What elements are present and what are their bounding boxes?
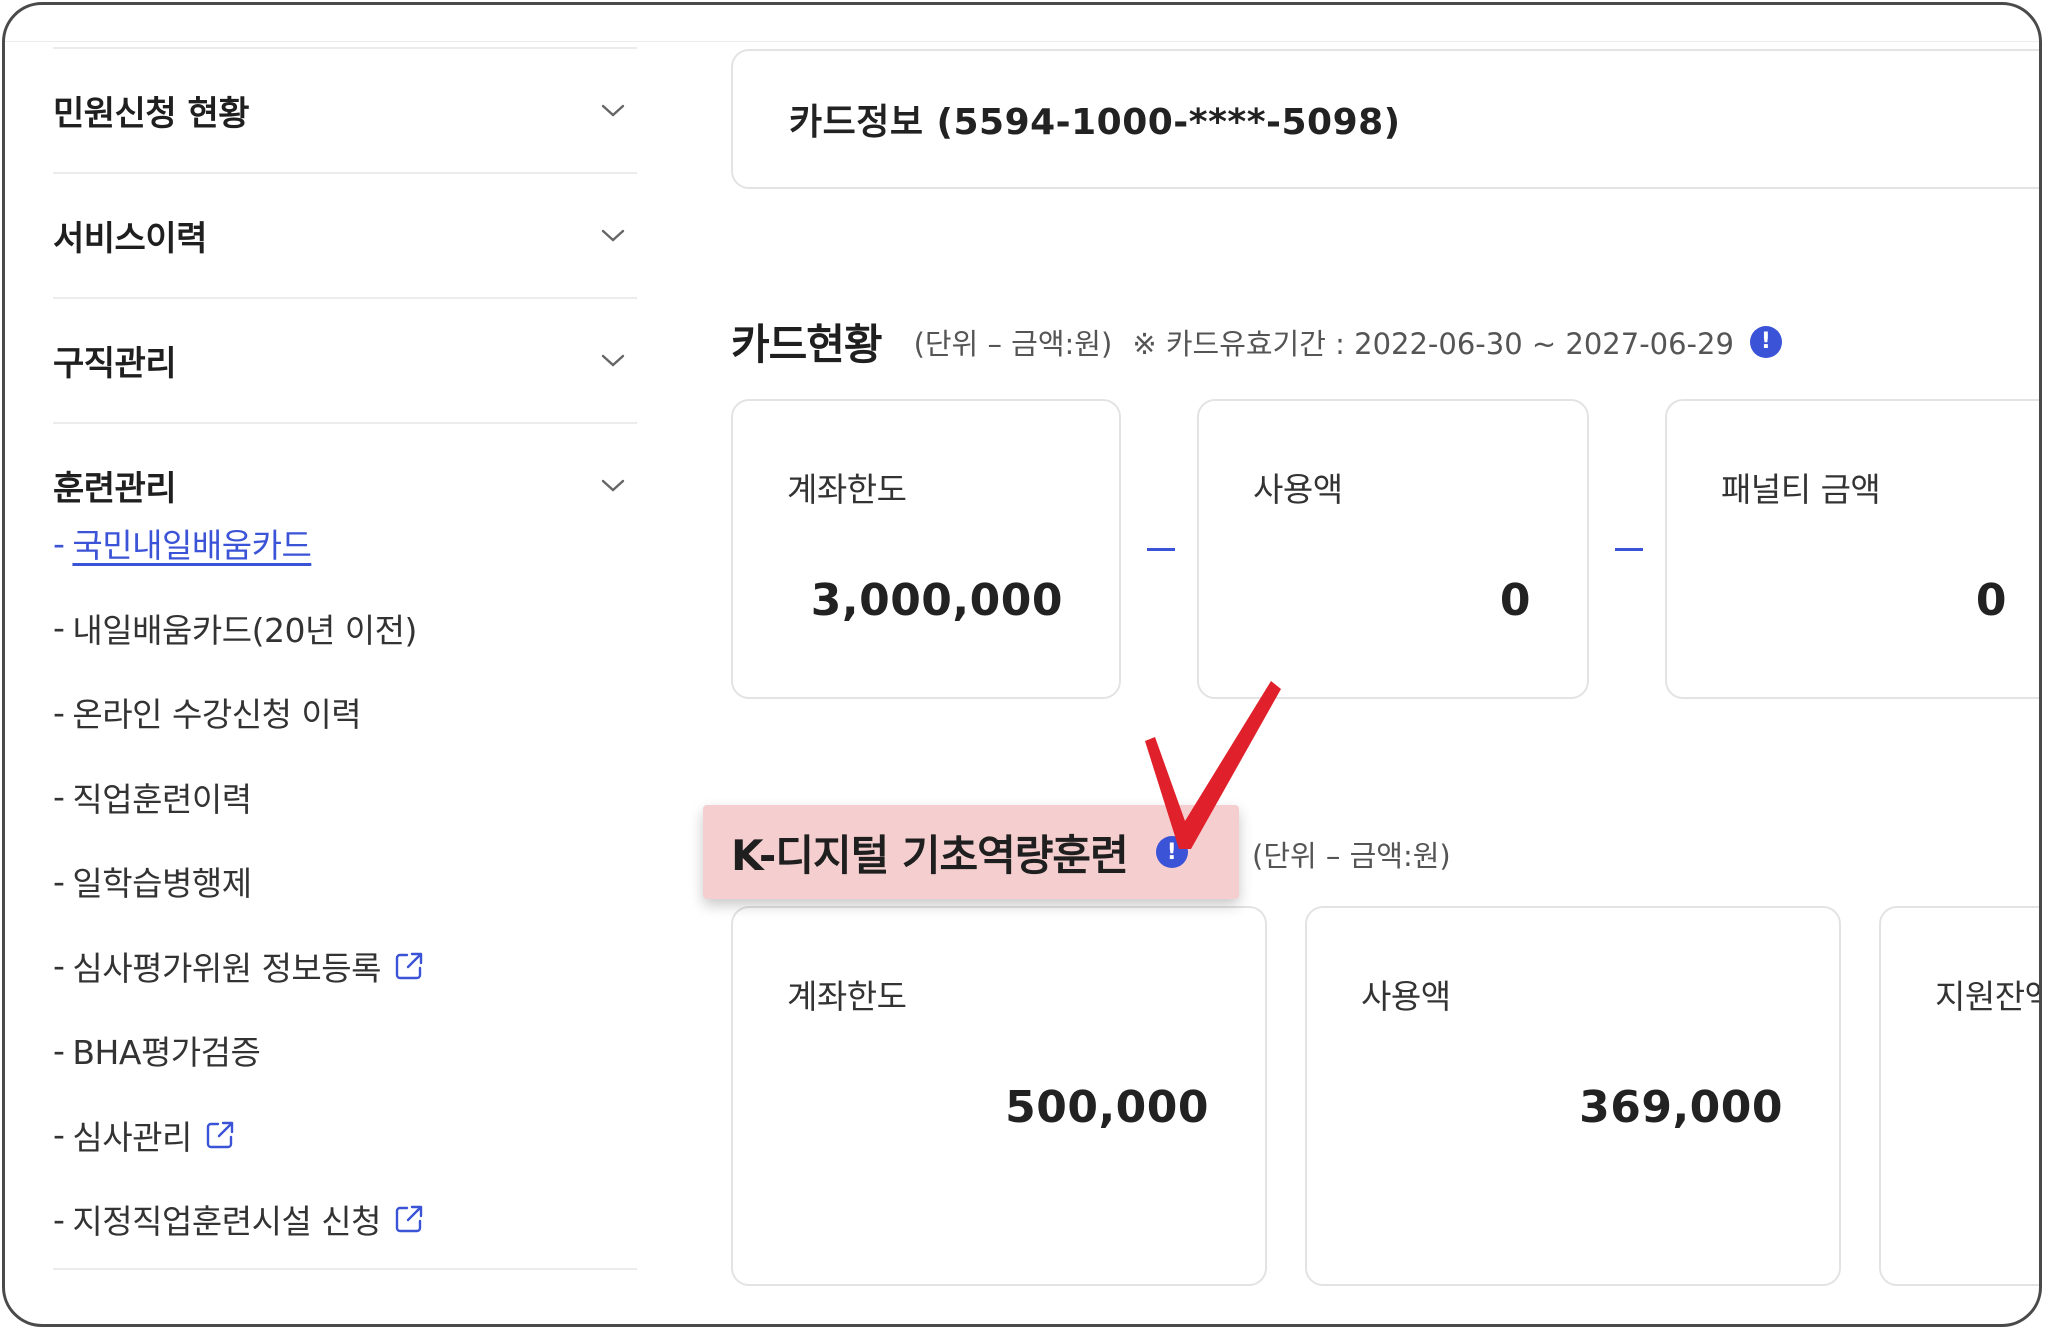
sidebar-item-label: 심사관리 [72,1117,192,1157]
card-penalty-value: 0 [1975,575,2007,626]
minus-icon [1615,548,1643,551]
minus-icon [1147,548,1175,551]
card-status-header: 카드현황 (단위 – 금액:원) ※ 카드유효기간 : 2022-06-30 ~… [731,311,1782,372]
card-penalty-label: 패널티 금액 [1721,470,1881,509]
sidebar-item-label: 국민내일배움카드 [72,526,312,566]
k-digital-limit-box: 계좌한도 500,000 [731,906,1267,1286]
sidebar-item-link[interactable]: - 국민내일배움카드 [53,519,312,567]
card-limit-box: 계좌한도 3,000,000 [731,399,1121,699]
card-validity-period: ※ 카드유효기간 : 2022-06-30 ~ 2027-06-29 [1132,326,1734,361]
card-penalty-box: 패널티 금액 0 [1665,399,2039,699]
checkmark-annotation-icon [1145,681,1281,849]
k-digital-limit-label: 계좌한도 [787,977,907,1016]
sidebar-section-label: 훈련관리 [53,469,177,509]
section-title: 카드현황 [731,320,883,369]
card-used-label: 사용액 [1253,470,1343,509]
dash: - [53,692,65,732]
screen-frame: 민원신청 현황 서비스이력 구직관리 훈련관리 - 국민내일배움카드 - 내일배… [2,2,2042,1327]
external-link-icon [204,1119,236,1151]
sidebar-section-training: 훈련관리 - 국민내일배움카드 - 내일배움카드(20년 이전) - 온라인 수강신청… [53,422,637,1270]
sidebar-item-national-card[interactable]: - 국민내일배움카드 [53,501,637,586]
dash: - [53,1199,65,1239]
sidebar-section-service-history[interactable]: 서비스이력 [53,172,637,297]
sidebar-item-label: BHA평가검증 [72,1033,261,1073]
sidebar-item-link[interactable]: - 심사관리 [53,1111,236,1159]
dash: - [53,946,65,986]
sidebar-bottom-divider [53,1267,637,1270]
dash: - [53,608,65,648]
sidebar-item-label: 직업훈련이력 [72,779,252,819]
sidebar-section-job-search[interactable]: 구직관리 [53,297,637,422]
sidebar-item-link[interactable]: - 온라인 수강신청 이력 [53,688,362,736]
k-digital-remaining-box: 지원잔액 [1879,906,2039,1286]
card-limit-value: 3,000,000 [810,575,1063,626]
unit-label: (단위 – 금액:원) [913,326,1113,361]
sidebar-item-legacy-card[interactable]: - 내일배움카드(20년 이전) [53,586,637,671]
chevron-down-icon [593,91,633,131]
sidebar-section-label: 민원신청 현황 [53,94,250,134]
dash: - [53,1030,65,1070]
sidebar-item-bha-verification[interactable]: - BHA평가검증 [53,1008,637,1093]
sidebar: 민원신청 현황 서비스이력 구직관리 훈련관리 - 국민내일배움카드 - 내일배… [53,47,637,1270]
sidebar-item-label: 내일배움카드(20년 이전) [72,610,417,650]
sidebar-item-label: 온라인 수강신청 이력 [72,695,362,735]
k-digital-remaining-label: 지원잔액 [1935,977,2039,1016]
sidebar-item-review-management[interactable]: - 심사관리 [53,1093,637,1178]
k-digital-used-box: 사용액 369,000 [1305,906,1841,1286]
card-info-panel[interactable]: 카드정보 (5594-1000-****-5098) [731,49,2039,189]
external-link-icon [393,950,425,982]
sidebar-item-facility-application[interactable]: - 지정직업훈련시설 신청 [53,1177,637,1262]
dash: - [53,777,65,817]
sidebar-item-label: 심사평가위원 정보등록 [72,948,382,988]
sidebar-item-link[interactable]: - 심사평가위원 정보등록 [53,942,425,990]
sidebar-item-label: 일학습병행제 [72,864,252,904]
dash: - [53,861,65,901]
card-limit-label: 계좌한도 [787,470,907,509]
chevron-down-icon [593,466,633,506]
sidebar-item-link[interactable]: - 직업훈련이력 [53,773,252,821]
k-digital-limit-value: 500,000 [1005,1082,1209,1133]
sidebar-section-civil-requests[interactable]: 민원신청 현황 [53,47,637,172]
sidebar-item-link[interactable]: - BHA평가검증 [53,1026,261,1074]
k-digital-used-value: 369,000 [1579,1082,1783,1133]
dash: - [53,523,65,563]
sidebar-item-training-history[interactable]: - 직업훈련이력 [53,755,637,840]
sidebar-section-label: 구직관리 [53,344,177,384]
sidebar-section-label: 서비스이력 [53,219,207,259]
chevron-down-icon [593,216,633,256]
info-icon[interactable]: ! [1749,325,1782,358]
card-used-value: 0 [1499,575,1531,626]
card-info-title: 카드정보 (5594-1000-****-5098) [789,102,1401,143]
sidebar-item-link[interactable]: - 지정직업훈련시설 신청 [53,1195,425,1243]
k-digital-used-label: 사용액 [1361,977,1451,1016]
sidebar-item-work-study[interactable]: - 일학습병행제 [53,839,637,924]
sidebar-item-evaluator-registration[interactable]: - 심사평가위원 정보등록 [53,924,637,1009]
k-digital-title: K-디지털 기초역량훈련 [731,830,1129,880]
dash: - [53,1115,65,1155]
sidebar-item-label: 지정직업훈련시설 신청 [72,1202,382,1242]
card-used-box: 사용액 0 [1197,399,1589,699]
chevron-down-icon [593,341,633,381]
sidebar-item-online-history[interactable]: - 온라인 수강신청 이력 [53,670,637,755]
sidebar-item-link[interactable]: - 일학습병행제 [53,857,252,905]
sidebar-item-link[interactable]: - 내일배움카드(20년 이전) [53,604,417,652]
top-divider [5,41,2039,42]
training-submenu: - 국민내일배움카드 - 내일배움카드(20년 이전) - 온라인 수강신청 이력 -… [53,501,637,1262]
external-link-icon [393,1203,425,1235]
